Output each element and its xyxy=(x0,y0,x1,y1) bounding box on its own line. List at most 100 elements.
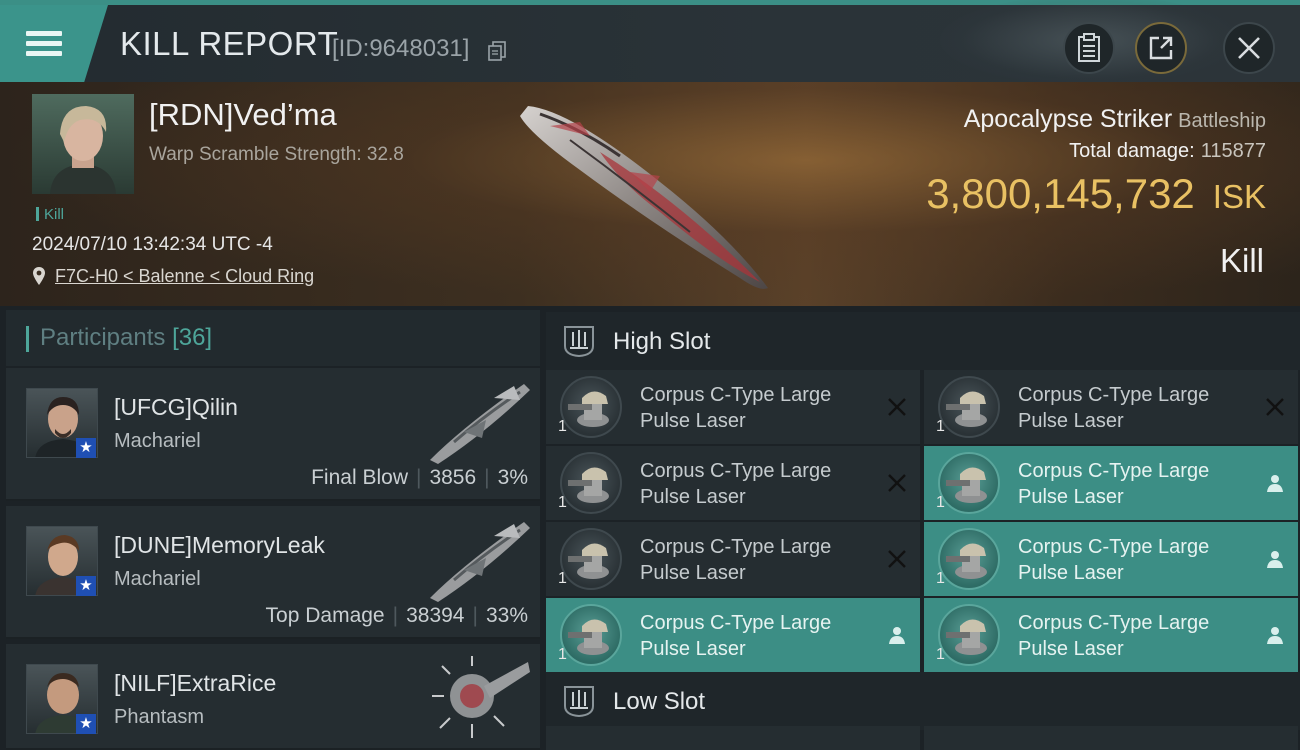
participant-stats: Final Blow | 3856 | 3% xyxy=(311,466,528,489)
module-quantity: 1 xyxy=(936,570,945,587)
module-name: Corpus C-Type Large Pulse Laser xyxy=(1018,382,1258,434)
module-item[interactable]: 1 Corpus C-Type Large Pulse Laser xyxy=(546,598,920,672)
module-name: Corpus C-Type Large Pulse Laser xyxy=(640,458,880,510)
kill-location-link[interactable]: F7C-H0 < Balenne < Cloud Ring xyxy=(55,266,314,287)
copy-icon[interactable] xyxy=(488,41,506,61)
module-name-line2: Pulse Laser xyxy=(1018,562,1124,584)
module-item[interactable]: 1 Corpus C-Type Large Pulse Laser xyxy=(924,446,1298,520)
victim-name[interactable]: [RDN]Ved’ma xyxy=(149,97,337,133)
module-name: Corpus C-Type Large Pulse Laser xyxy=(640,610,880,662)
module-item[interactable]: 1 Corpus C-Type Large Pulse Laser xyxy=(546,370,920,444)
module-item[interactable]: 1 Corpus C-Type Large Pulse Laser xyxy=(546,522,920,596)
participants-header-accent xyxy=(26,326,29,352)
close-button[interactable] xyxy=(1223,22,1275,74)
clipboard-button[interactable] xyxy=(1063,22,1115,74)
participant-role: Top Damage xyxy=(265,604,385,627)
location-pin-icon xyxy=(33,267,45,285)
destroyed-x-icon xyxy=(1266,398,1284,416)
participant-damage: 3856 xyxy=(429,466,477,489)
low-slot-icon xyxy=(564,686,594,718)
high-slot-icon xyxy=(564,326,594,358)
module-item[interactable]: 1 Corpus C-Type Large Pulse Laser xyxy=(924,522,1298,596)
participants-title: Participants [36] xyxy=(40,324,212,352)
close-icon xyxy=(1238,37,1260,59)
kill-datetime: 2024/07/10 13:42:34 UTC -4 xyxy=(32,234,273,255)
dropped-person-icon xyxy=(1267,475,1283,492)
module-name: Corpus C-Type Large Pulse Laser xyxy=(640,382,880,434)
module-name-line2: Pulse Laser xyxy=(1018,486,1124,508)
participant-card[interactable]: ★ [NILF]ExtraRice Phantasm xyxy=(6,644,540,750)
low-module-item-partial[interactable] xyxy=(546,726,920,750)
victim-avatar[interactable] xyxy=(32,94,134,194)
participants-count: [36] xyxy=(172,324,213,351)
dropped-person-icon xyxy=(889,627,905,644)
dropped-person-icon xyxy=(1267,551,1283,568)
share-button[interactable] xyxy=(1135,22,1187,74)
participant-ship: Phantasm xyxy=(114,706,205,728)
module-name-line1: Corpus C-Type Large xyxy=(640,384,832,406)
pulse-laser-icon xyxy=(560,452,622,514)
module-quantity: 1 xyxy=(936,646,945,663)
isk-unit: ISK xyxy=(1212,178,1266,215)
module-name-line2: Pulse Laser xyxy=(640,486,746,508)
participant-percent: 3% xyxy=(497,466,528,489)
module-item[interactable]: 1 Corpus C-Type Large Pulse Laser xyxy=(924,370,1298,444)
low-slot-header: Low Slot xyxy=(546,672,1300,730)
menu-button[interactable] xyxy=(0,5,108,82)
module-name-line2: Pulse Laser xyxy=(1018,638,1124,660)
star-badge-icon: ★ xyxy=(76,576,96,596)
module-name-line1: Corpus C-Type Large xyxy=(1018,536,1210,558)
participant-card[interactable]: ★ [UFCG]Qilin Machariel Final Blow | 3856 |… xyxy=(6,368,540,501)
participant-ship: Machariel xyxy=(114,568,201,590)
participant-damage: 38394 xyxy=(406,604,465,627)
low-module-item-partial[interactable] xyxy=(924,726,1298,750)
module-name-line1: Corpus C-Type Large xyxy=(640,612,832,634)
module-name-line1: Corpus C-Type Large xyxy=(1018,384,1210,406)
participants-header: Participants [36] xyxy=(6,310,540,366)
kill-result: Kill xyxy=(1219,242,1264,279)
participant-name[interactable]: [DUNE]MemoryLeak xyxy=(114,532,325,559)
star-badge-icon: ★ xyxy=(76,714,96,734)
participant-name[interactable]: [NILF]ExtraRice xyxy=(114,670,276,697)
participant-name[interactable]: [UFCG]Qilin xyxy=(114,394,238,421)
module-name: Corpus C-Type Large Pulse Laser xyxy=(1018,534,1258,586)
module-quantity: 1 xyxy=(936,494,945,511)
participant-card[interactable]: ★ [DUNE]MemoryLeak Machariel Top Damage |… xyxy=(6,506,540,639)
isk-value: 3,800,145,732 ISK xyxy=(926,170,1266,218)
high-slot-header: High Slot xyxy=(546,312,1300,370)
module-quantity: 1 xyxy=(936,418,945,435)
module-name-line1: Corpus C-Type Large xyxy=(1018,612,1210,634)
ship-name-text: Apocalypse Striker xyxy=(963,105,1173,133)
total-damage-label: Total damage: xyxy=(1069,140,1195,162)
high-slot-label: High Slot xyxy=(613,328,711,355)
clipboard-icon xyxy=(1078,33,1100,62)
module-name: Corpus C-Type Large Pulse Laser xyxy=(1018,610,1258,662)
victim-ship-name[interactable]: Apocalypse Striker Battleship xyxy=(964,105,1266,134)
ship-class: Battleship xyxy=(1178,110,1266,132)
pulse-laser-icon xyxy=(560,528,622,590)
module-name: Corpus C-Type Large Pulse Laser xyxy=(640,534,880,586)
total-damage: Total damage: 115877 xyxy=(1069,140,1266,163)
header-bar: KILL REPORT [ID:9648031] xyxy=(0,0,1300,85)
machariel-ship-icon xyxy=(430,522,530,602)
module-quantity: 1 xyxy=(558,570,567,587)
module-item[interactable]: 1 Corpus C-Type Large Pulse Laser xyxy=(924,598,1298,672)
module-name-line2: Pulse Laser xyxy=(640,638,746,660)
pulse-laser-icon xyxy=(938,528,1000,590)
module-name-line2: Pulse Laser xyxy=(1018,410,1124,432)
module-quantity: 1 xyxy=(558,646,567,663)
participants-panel: Participants [36] ★ [UFCG]Qilin Macharie… xyxy=(6,310,540,750)
machariel-ship-icon xyxy=(430,384,530,464)
participants-label: Participants xyxy=(40,324,166,351)
kill-report-screen: KILL REPORT [ID:9648031] [RDN]Ved’ma War… xyxy=(0,0,1300,750)
star-badge-icon: ★ xyxy=(76,438,96,458)
kill-banner: [RDN]Ved’ma Warp Scramble Strength: 32.8… xyxy=(0,82,1300,306)
destroyed-x-icon xyxy=(888,550,906,568)
module-quantity: 1 xyxy=(558,494,567,511)
portrait-image xyxy=(50,106,116,194)
total-damage-value: 115877 xyxy=(1200,140,1266,162)
module-item[interactable]: 1 Corpus C-Type Large Pulse Laser xyxy=(546,446,920,520)
module-name-line1: Corpus C-Type Large xyxy=(640,460,832,482)
pulse-laser-icon xyxy=(560,376,622,438)
victim-ship-image[interactable] xyxy=(510,92,780,297)
